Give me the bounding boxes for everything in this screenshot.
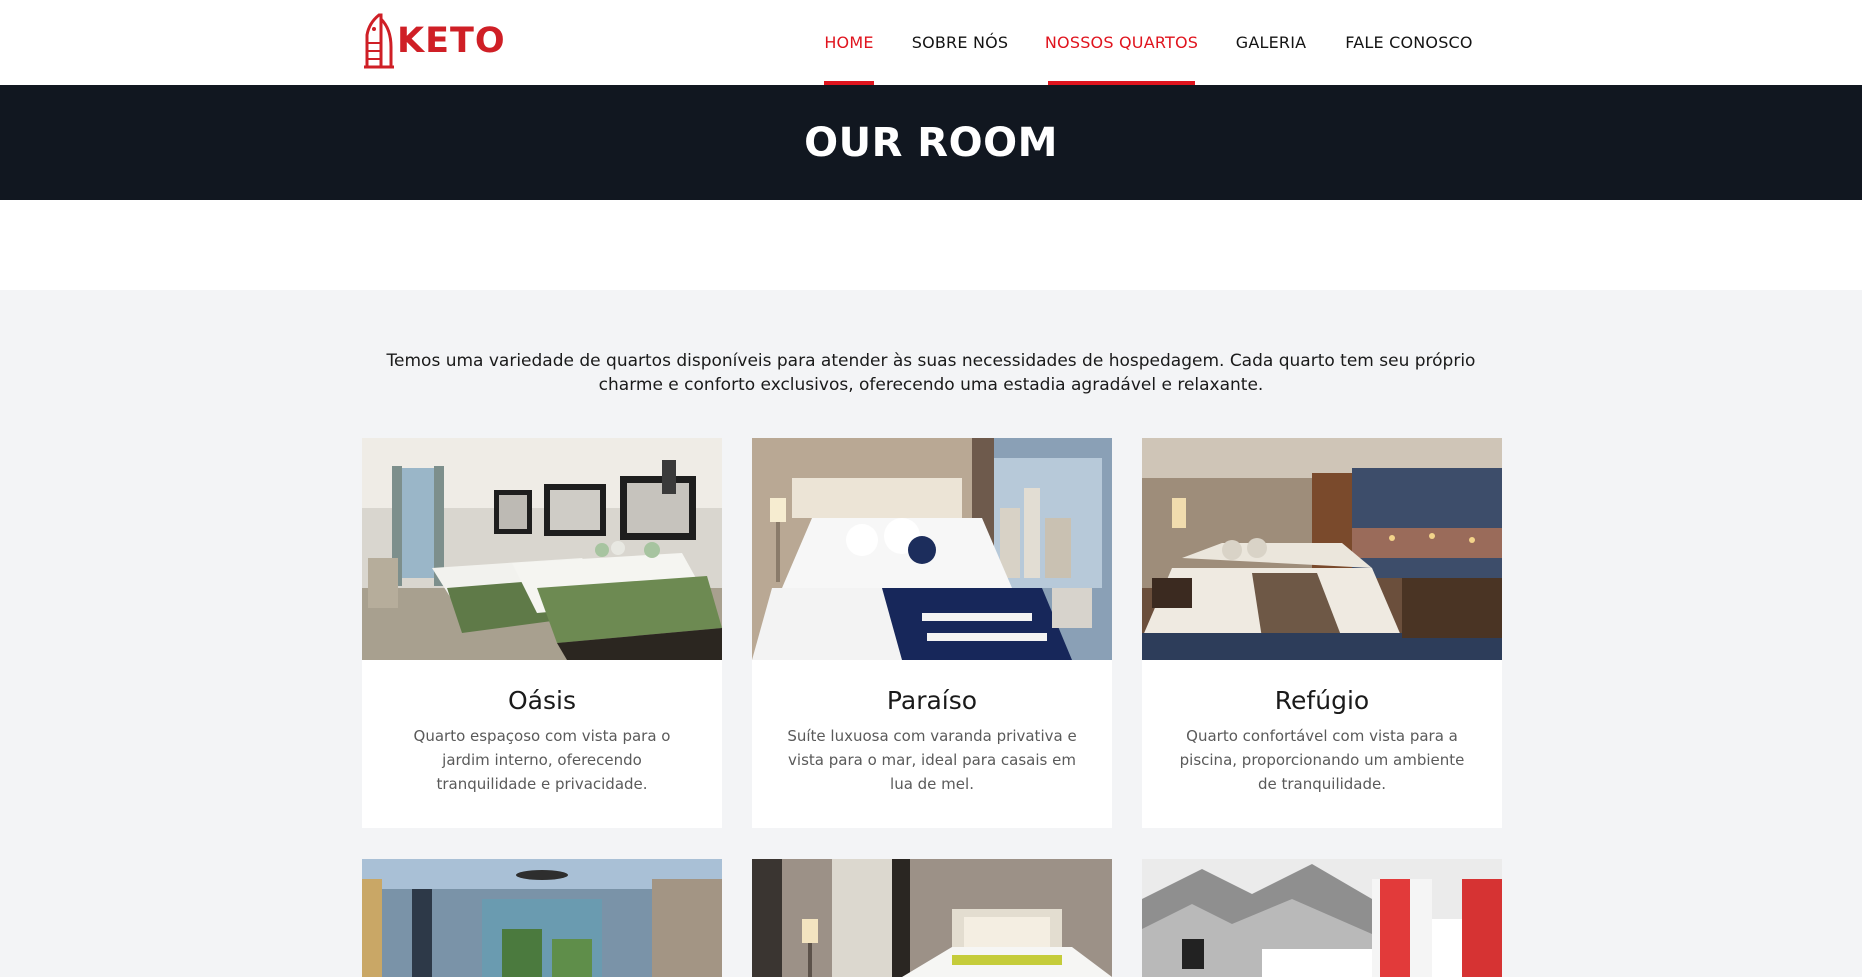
nav-contact[interactable]: FALE CONOSCO [1345,0,1473,85]
nav-about[interactable]: SOBRE NÓS [911,0,1009,85]
room-card-refugio[interactable]: Refúgio Quarto confortável com vista par… [1142,438,1502,828]
nav-rooms-label: NOSSOS QUARTOS [1044,33,1199,52]
nav-gallery-label: GALERIA [1235,33,1307,52]
room-photo-paraiso [752,438,1112,660]
room-card-5[interactable] [752,859,1112,977]
nav-home[interactable]: HOME [824,0,874,85]
page-title: OUR ROOM [804,119,1058,166]
room-photo-oasis [362,438,722,660]
room-card-4[interactable] [362,859,722,977]
main-nav: HOME SOBRE NÓS NOSSOS QUARTOS GALERIA FA… [0,0,1862,85]
nav-about-label: SOBRE NÓS [911,33,1009,52]
room-name: Refúgio [1274,686,1370,715]
room-card-oasis[interactable]: Oásis Quarto espaçoso com vista para o j… [362,438,722,828]
room-name: Oásis [508,686,576,715]
intro-text: Temos uma variedade de quartos disponíve… [386,351,1476,395]
room-card-6[interactable] [1142,859,1502,977]
site-header: KETO HOME SOBRE NÓS NOSSOS QUARTOS GALER… [0,0,1862,85]
room-name: Paraíso [886,686,978,715]
nav-home-active-indicator [824,81,874,85]
room-card-body: Paraíso Suíte luxuosa com varanda privat… [752,660,1112,796]
nav-rooms-active-indicator [1048,81,1195,85]
nav-gallery[interactable]: GALERIA [1235,0,1307,85]
room-description: Quarto confortável com vista para a pisc… [1179,727,1465,793]
spacer-section [0,200,1862,290]
room-card-paraiso[interactable]: Paraíso Suíte luxuosa com varanda privat… [752,438,1112,828]
room-card-body: Refúgio Quarto confortável com vista par… [1142,660,1502,796]
room-description: Quarto espaçoso com vista para o jardim … [413,727,671,793]
room-photo-6 [1142,859,1502,977]
room-description: Suíte luxuosa com varanda privativa e vi… [787,727,1077,793]
page-banner: OUR ROOM [0,85,1862,200]
room-photo-5 [752,859,1112,977]
room-photo-refugio [1142,438,1502,660]
nav-home-label: HOME [824,33,874,52]
room-card-body: Oásis Quarto espaçoso com vista para o j… [362,660,722,796]
nav-contact-label: FALE CONOSCO [1345,33,1473,52]
nav-rooms[interactable]: NOSSOS QUARTOS [1044,0,1199,85]
room-photo-4 [362,859,722,977]
